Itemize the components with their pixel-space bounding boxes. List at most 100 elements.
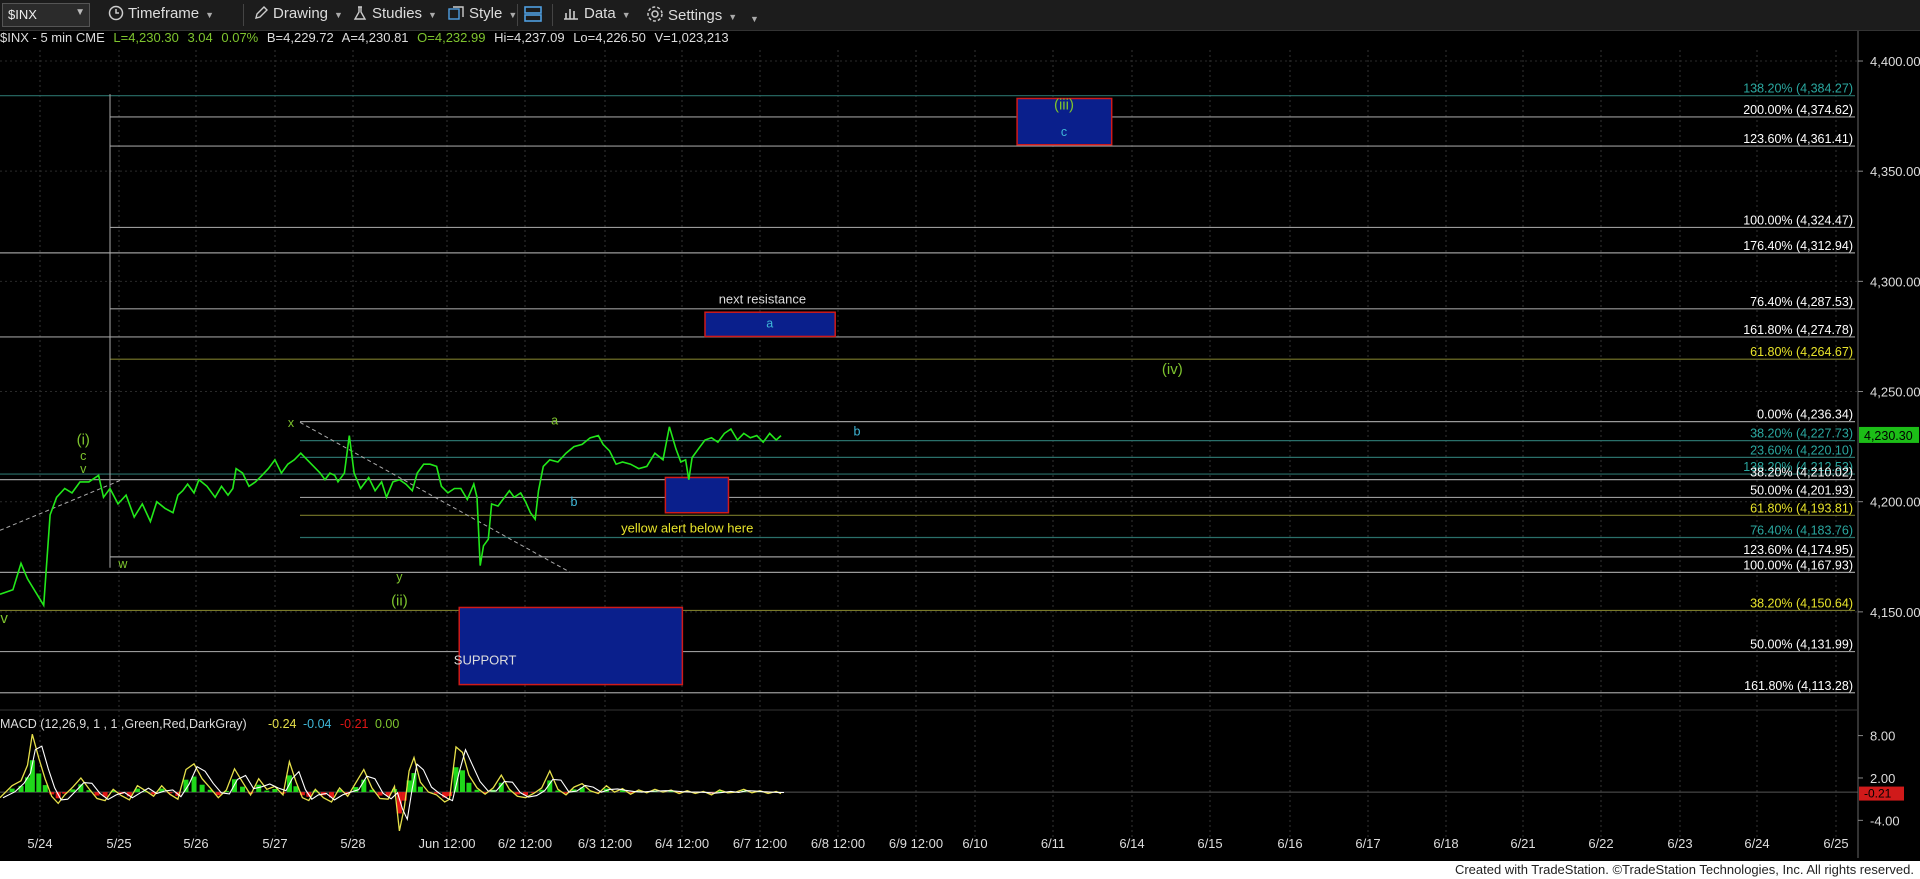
fib-level-label: 38.20% (4,227.73) (1750, 427, 1853, 441)
annotation-label: next resistance (719, 291, 806, 306)
fib-level-label: 138.20% (4,384.27) (1743, 82, 1853, 96)
wave-label: (iv) (1162, 361, 1183, 378)
x-tick-label: 6/15 (1197, 836, 1222, 851)
fib-level-label: 50.00% (4,131.99) (1750, 638, 1853, 652)
wave-label: c (1061, 125, 1067, 139)
toolbar: $INX ▼ Timeframe ▼ Drawing ▼ Studies ▼ Styl… (0, 0, 1920, 31)
wave-label: b (571, 495, 578, 509)
wave-label: y (396, 570, 403, 584)
fib-level-label: 50.00% (4,201.93) (1750, 483, 1853, 497)
symbol-text: $INX (8, 7, 37, 22)
symbol-selector[interactable]: $INX ▼ (2, 3, 90, 27)
wave-label: a (551, 414, 558, 428)
x-tick-label: 5/26 (183, 836, 208, 851)
x-tick-label: 6/17 (1355, 836, 1380, 851)
fib-level-label: 161.80% (4,113.28) (1744, 679, 1853, 693)
x-tick-label: 6/9 12:00 (889, 836, 943, 851)
fib-level-label: 38.20% (4,210.02) (1750, 466, 1853, 480)
bar-chart-icon (564, 9, 578, 20)
fib-level-label: 123.60% (4,361.41) (1743, 132, 1853, 146)
x-tick-label: 5/27 (262, 836, 287, 851)
overflow-menu[interactable]: ▼ (744, 9, 759, 26)
fib-level-label: 100.00% (4,167.93) (1743, 558, 1853, 572)
net-change: 3.04 (187, 30, 213, 45)
fib-level-label: 61.80% (4,264.67) (1750, 345, 1853, 359)
zone-b (664, 476, 730, 514)
wave-label: (i) (77, 431, 90, 448)
wave-label: a (766, 317, 773, 331)
clock-icon (108, 5, 124, 21)
macd-y-tick-label: -4.00 (1870, 813, 1900, 828)
x-tick-label: 6/25 (1823, 836, 1848, 851)
current-price-label: 4,230.30 (1864, 429, 1913, 443)
y-tick-label: 4,300.00 (1870, 274, 1920, 289)
macd-current-label: -0.21 (1864, 787, 1892, 801)
pct-change: 0.07% (221, 30, 259, 45)
x-tick-label: 6/16 (1277, 836, 1302, 851)
style-label: Style (469, 5, 503, 22)
wave-label: (iii) (1054, 96, 1074, 113)
high-price: Hi=4,237.09 (494, 30, 565, 45)
bid-price: B=4,229.72 (266, 30, 334, 45)
copyright-footer: Created with TradeStation. ©TradeStation… (1454, 862, 1914, 877)
timeframe-label: Timeframe (128, 5, 200, 22)
wave-label: iv (0, 610, 8, 627)
wave-label: (ii) (391, 592, 408, 609)
settings-menu[interactable]: Settings ▼ (646, 5, 737, 24)
x-tick-label: 6/8 12:00 (811, 836, 865, 851)
drawing-label: Drawing (273, 5, 329, 22)
chevron-down-icon: ▼ (75, 7, 85, 18)
x-tick-label: 6/21 (1510, 836, 1535, 851)
x-tick-label: 5/24 (27, 836, 52, 851)
y-tick-label: 4,150.00 (1870, 605, 1920, 620)
fib-level-label: 0.00% (4,236.34) (1757, 408, 1853, 422)
data-menu[interactable]: Data ▼ (562, 5, 631, 22)
x-tick-label: 5/28 (340, 836, 365, 851)
x-tick-label: 6/14 (1119, 836, 1144, 851)
x-tick-label: Jun 12:00 (418, 836, 475, 851)
layout-icon (524, 6, 542, 22)
layout-button[interactable] (523, 5, 547, 24)
chart[interactable]: 138.20% (4,384.27) 200.00% (4,374.62) 123.… (0, 0, 1920, 879)
macd-line (0, 734, 782, 832)
style-menu[interactable]: Style ▼ (447, 5, 517, 22)
x-tick-label: 6/18 (1433, 836, 1458, 851)
x-tick-label: 6/4 12:00 (655, 836, 709, 851)
wave-label: b (854, 425, 861, 439)
y-tick-label: 4,250.00 (1870, 385, 1920, 400)
last-price: L=4,230.30 (113, 30, 179, 45)
x-tick-label: 5/25 (106, 836, 131, 851)
fib-level-label: 38.20% (4,150.64) (1750, 596, 1853, 610)
fib-level-label: 161.80% (4,274.78) (1743, 323, 1853, 337)
x-tick-label: 6/24 (1744, 836, 1769, 851)
fib-level-label: 100.00% (4,324.47) (1743, 213, 1853, 227)
trendline-dashed (0, 479, 123, 531)
x-tick-label: 6/3 12:00 (578, 836, 632, 851)
macd-diff-value: -0.21 (340, 717, 369, 731)
wave-label: x (288, 416, 295, 430)
x-tick-label: 6/11 (1041, 836, 1065, 851)
x-tick-label: 6/10 (962, 836, 987, 851)
macd-value: -0.24 (268, 717, 297, 731)
studies-menu[interactable]: Studies ▼ (352, 5, 437, 22)
fib-level-label: 123.60% (4,174.95) (1743, 543, 1853, 557)
price-series-line (0, 426, 782, 608)
symbol-title: $INX - 5 min CME (0, 30, 105, 45)
y-tick-label: 4,200.00 (1870, 495, 1920, 510)
fib-level-label: 61.80% (4,193.81) (1750, 501, 1853, 515)
chart-style-icon (448, 6, 464, 20)
wave-label: v (80, 462, 87, 476)
macd-title: MACD (12,26,9, 1 , 1 ,Green,Red,DarkGray… (0, 717, 247, 731)
macd-zero-value: 0.00 (375, 717, 399, 731)
zone-support (458, 606, 684, 686)
timeframe-menu[interactable]: Timeframe ▼ (108, 5, 214, 22)
annotation-label: yellow alert below here (621, 521, 753, 536)
macd-y-tick-label: 2.00 (1870, 771, 1895, 786)
macd-signal-value: -0.04 (303, 717, 332, 731)
wave-label: w (117, 557, 128, 571)
volume: V=1,023,213 (654, 30, 729, 45)
fib-level-label: 176.40% (4,312.94) (1743, 239, 1853, 253)
drawing-menu[interactable]: Drawing ▼ (253, 5, 343, 22)
data-label: Data (584, 5, 616, 22)
open-price: O=4,232.99 (417, 30, 486, 45)
